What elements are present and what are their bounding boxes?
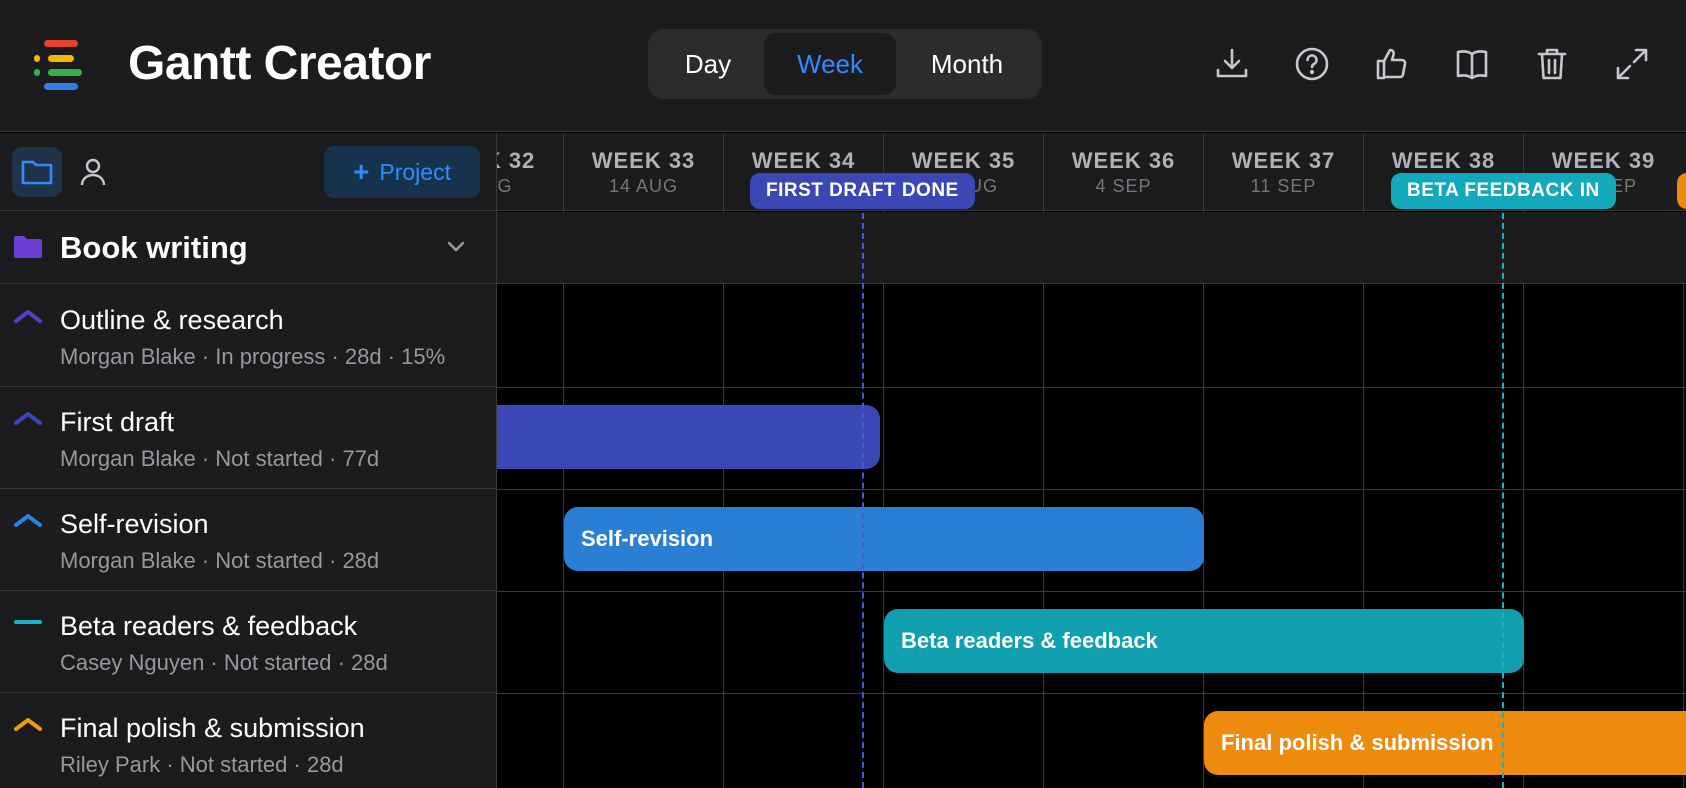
task-name: Self-revision (60, 509, 209, 539)
week-label: WEEK 33 (591, 148, 696, 173)
milestone-next[interactable] (1677, 173, 1686, 209)
week-date: 11 SEP (1250, 176, 1317, 196)
task-bar-final-polish[interactable]: Final polish & submission (1204, 711, 1686, 775)
person-icon (80, 158, 106, 186)
view-option-day[interactable]: Day (652, 33, 764, 95)
milestone-first-draft-done[interactable]: FIRST DRAFT DONE (750, 173, 975, 209)
week-date: 4 SEP (1095, 176, 1152, 196)
view-option-week[interactable]: Week (764, 33, 896, 95)
task-row[interactable]: Self-revision Morgan Blake · Not started… (0, 489, 497, 591)
week-column: WEEK 33 14 AUG (563, 133, 723, 211)
priority-medium-icon (14, 620, 42, 624)
project-title: Book writing (60, 230, 248, 265)
week-label: WEEK 35 (911, 148, 1016, 173)
add-project-button[interactable]: + Project (324, 146, 480, 198)
task-meta: Riley Park · Not started · 28d (60, 752, 344, 777)
priority-high-icon (14, 514, 42, 527)
download-icon[interactable] (1212, 44, 1252, 84)
priority-high-icon (14, 310, 42, 323)
week-date: 14 AUG (608, 176, 679, 196)
book-icon[interactable] (1452, 44, 1492, 84)
milestone-line-first-draft (862, 203, 864, 788)
view-switcher: Day Week Month (648, 29, 1042, 99)
task-row[interactable]: Beta readers & feedback Casey Nguyen · N… (0, 591, 497, 693)
tab-projects[interactable] (12, 147, 62, 197)
task-name: Outline & research (60, 305, 284, 335)
task-name: First draft (60, 407, 175, 437)
priority-high-icon (14, 718, 42, 731)
task-meta: Morgan Blake · In progress · 28d · 15% (60, 344, 446, 369)
sidebar-tabbar: + Project (0, 133, 497, 211)
task-row[interactable]: Outline & research Morgan Blake · In pro… (0, 285, 497, 387)
week-label: WEEK 38 (1391, 148, 1496, 173)
help-icon[interactable] (1292, 44, 1332, 84)
task-meta: Casey Nguyen · Not started · 28d (60, 650, 388, 675)
like-icon[interactable] (1372, 44, 1412, 84)
add-project-label: Project (379, 158, 451, 185)
priority-high-icon (14, 412, 42, 425)
expand-icon[interactable] (1612, 44, 1652, 84)
week-column: WEEK 36 4 SEP (1043, 133, 1203, 211)
app-header: Gantt Creator Day Week Month (0, 0, 1686, 132)
week-date: 7 AUG (497, 176, 513, 196)
chevron-down-icon[interactable] (444, 234, 468, 258)
task-bar-self-revision[interactable]: Self-revision (564, 507, 1204, 571)
view-option-month[interactable]: Month (896, 33, 1038, 95)
gantt-timeline: WEEK 32 7 AUG WEEK 33 14 AUG WEEK 34 21 … (497, 133, 1686, 788)
plus-icon: + (353, 156, 370, 187)
task-bar-first-draft[interactable] (497, 405, 880, 469)
task-name: Final polish & submission (60, 713, 365, 743)
tab-people[interactable] (68, 147, 118, 197)
week-label: WEEK 34 (751, 148, 856, 173)
task-sidebar: + Project Book writing Outline & researc… (0, 133, 497, 788)
task-meta: Morgan Blake · Not started · 77d (60, 446, 380, 471)
week-label: WEEK 36 (1071, 148, 1176, 173)
task-row[interactable]: First draft Morgan Blake · Not started ·… (0, 387, 497, 489)
task-meta: Morgan Blake · Not started · 28d (60, 548, 380, 573)
task-row[interactable]: Final polish & submission Riley Park · N… (0, 693, 497, 788)
task-name: Beta readers & feedback (60, 611, 358, 641)
week-label: WEEK 32 (497, 148, 536, 173)
project-folder-icon (14, 236, 42, 258)
milestone-line-beta-feedback (1502, 203, 1504, 788)
folder-icon (21, 160, 53, 185)
task-bar-beta-readers[interactable]: Beta readers & feedback (884, 609, 1524, 673)
week-column: WEEK 37 11 SEP (1203, 133, 1363, 211)
trash-icon[interactable] (1532, 44, 1572, 84)
app-logo-icon (34, 38, 88, 98)
project-group-band (497, 212, 1686, 284)
week-label: WEEK 37 (1231, 148, 1336, 173)
week-column: WEEK 32 7 AUG (497, 133, 563, 211)
week-label: WEEK 39 (1551, 148, 1656, 173)
app-title: Gantt Creator (128, 37, 431, 90)
project-group-row[interactable]: Book writing (0, 212, 497, 284)
milestone-beta-feedback-in[interactable]: BETA FEEDBACK IN (1391, 173, 1616, 209)
